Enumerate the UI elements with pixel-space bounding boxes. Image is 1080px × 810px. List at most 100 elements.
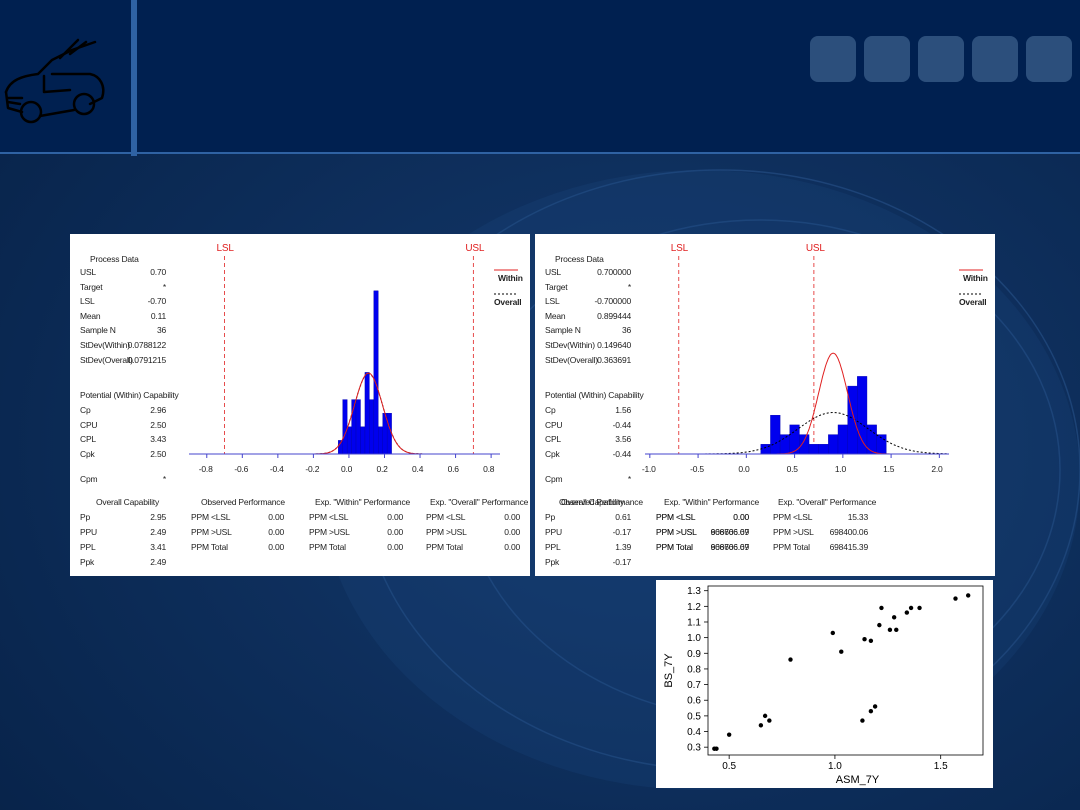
histogram-bar bbox=[342, 399, 348, 455]
observed-title: Observed Performance bbox=[201, 497, 285, 507]
scatter-point bbox=[872, 704, 878, 709]
histogram-bar bbox=[373, 290, 379, 455]
exp-within-label: PPM <LSL bbox=[656, 512, 696, 522]
x-tick-label: -0.6 bbox=[234, 464, 249, 474]
process-data-value: 0.149640 bbox=[597, 340, 631, 350]
x-tick-label: 2.0 bbox=[931, 464, 943, 474]
accent-bar bbox=[131, 0, 137, 156]
scatter-point bbox=[788, 657, 793, 662]
process-data-label: Mean bbox=[545, 310, 566, 321]
process-data-value: -0.70 bbox=[147, 296, 167, 307]
scatter-point bbox=[714, 746, 719, 751]
overall-capability-title: Overall Capability bbox=[96, 497, 160, 507]
x-tick-label: 1.0 bbox=[834, 464, 847, 474]
nav-square-2[interactable] bbox=[864, 36, 910, 82]
exp-overall-label: PPM >USL bbox=[426, 527, 467, 537]
process-data-label: StDev(Overall) bbox=[545, 354, 598, 365]
exp-overall-value: 0.00 bbox=[504, 512, 520, 522]
exp-within-label: PPM <LSL bbox=[309, 512, 349, 522]
scatter-point bbox=[965, 593, 971, 598]
observed-value: 0.00 bbox=[268, 542, 284, 552]
process-data-value: 0.11 bbox=[150, 310, 166, 321]
process-data-title: Process Data bbox=[555, 254, 604, 264]
potential-label: CPL bbox=[80, 434, 96, 445]
y-tick-label: 0.7 bbox=[687, 680, 701, 691]
nav-square-4[interactable] bbox=[972, 36, 1018, 82]
histogram-bar bbox=[364, 372, 370, 455]
x-tick-label: 0.0 bbox=[340, 464, 353, 474]
observed-label: PPM Total bbox=[191, 542, 228, 552]
overall-capability-label: Pp bbox=[80, 512, 90, 522]
scatter-point bbox=[767, 718, 772, 723]
overall-capability-label: Pp bbox=[545, 512, 555, 522]
exp-within-value: 908706.09 bbox=[710, 542, 750, 552]
y-tick-label: 0.4 bbox=[687, 727, 701, 738]
y-tick-label: 0.8 bbox=[687, 664, 701, 675]
process-data-title: Process Data bbox=[90, 254, 139, 264]
x-tick-label: 0.4 bbox=[412, 464, 424, 474]
nav-square-1[interactable] bbox=[810, 36, 856, 82]
overall-capability-label: PPU bbox=[80, 527, 97, 537]
histogram-bar bbox=[779, 434, 790, 455]
exp-within-title: Exp. "Within" Performance bbox=[315, 497, 411, 507]
overall-capability-label: PPL bbox=[545, 542, 561, 552]
process-data-label: USL bbox=[80, 267, 96, 277]
potential-value: 2.96 bbox=[150, 405, 166, 415]
nav-square-5[interactable] bbox=[1026, 36, 1072, 82]
potential-value: -0.44 bbox=[612, 448, 632, 459]
histogram-bar bbox=[828, 434, 839, 455]
potential-value: 3.43 bbox=[150, 434, 166, 445]
nav-square-3[interactable] bbox=[918, 36, 964, 82]
overall-capability-value: -0.17 bbox=[612, 557, 632, 567]
histogram-bar bbox=[799, 434, 810, 455]
histogram-bar bbox=[360, 426, 366, 455]
histogram-bar bbox=[808, 444, 819, 455]
lsl-label: LSL bbox=[216, 243, 234, 254]
process-data-label: StDev(Within) bbox=[80, 340, 130, 350]
overall-capability-label: PPL bbox=[80, 542, 96, 552]
scatter-point bbox=[894, 627, 899, 633]
observed-title: Observed Performance bbox=[559, 497, 643, 507]
scatter-plot: 0.3 0.4 0.5 0.6 0.7 0.8 0.9 1.0 1.1 1.2 1.3 0.5 1.0 1… bbox=[663, 585, 984, 786]
process-data-value: 0.0791215 bbox=[127, 354, 167, 365]
potential-capability-title: Potential (Within) Capability bbox=[80, 390, 179, 400]
cpm-label: Cpm bbox=[80, 474, 98, 484]
process-data-label: Target bbox=[80, 281, 103, 292]
histogram-bar bbox=[346, 426, 352, 455]
exp-overall-value: 0.00 bbox=[504, 527, 520, 537]
x-tick-label: -1.0 bbox=[641, 464, 656, 474]
scatter-point bbox=[868, 708, 874, 714]
legend-within-label: Within bbox=[963, 273, 988, 283]
x-tick-label: 0.6 bbox=[447, 464, 459, 474]
scatter-point bbox=[887, 627, 893, 633]
observed-value: 0.00 bbox=[268, 512, 284, 522]
capability-report-left: Process Data USL 0.70 Target * LSL -0.70 Mean 0.… bbox=[70, 234, 530, 576]
legend-overall-label: Overall bbox=[959, 297, 987, 307]
overall-capability-value: -0.17 bbox=[612, 527, 632, 537]
potential-value: 2.50 bbox=[150, 448, 166, 459]
x-tick-label: 1.5 bbox=[934, 761, 948, 772]
potential-label: CPU bbox=[545, 419, 563, 430]
process-data-value: * bbox=[162, 281, 166, 292]
y-tick-label: 0.9 bbox=[687, 649, 701, 660]
potential-label: CPU bbox=[80, 419, 98, 430]
header-rule bbox=[0, 152, 1080, 154]
exp-overall-label: PPM Total bbox=[426, 542, 463, 552]
potential-label: Cp bbox=[545, 405, 556, 415]
potential-label: Cp bbox=[80, 405, 91, 415]
usl-label: USL bbox=[805, 243, 825, 254]
y-tick-label: 0.3 bbox=[687, 743, 701, 754]
cpm-value: * bbox=[162, 474, 166, 484]
scatter-point bbox=[839, 649, 844, 654]
y-tick-label: 1.0 bbox=[687, 633, 701, 644]
overall-capability-label: Ppk bbox=[80, 557, 95, 567]
exp-within-title: Exp. "Within" Performance bbox=[664, 497, 760, 507]
potential-label: Cpk bbox=[545, 448, 560, 459]
scatter-plot-panel: 0.3 0.4 0.5 0.6 0.7 0.8 0.9 1.0 1.1 1.2 1.3 0.5 1.0 1… bbox=[656, 580, 993, 788]
histogram-bar bbox=[837, 424, 848, 455]
process-data-value: -0.700000 bbox=[594, 296, 632, 307]
exp-within-value: 0.00 bbox=[733, 512, 749, 522]
process-data-label: StDev(Overall) bbox=[80, 354, 133, 365]
x-tick-label: -0.8 bbox=[198, 464, 213, 474]
x-tick-label: 0.5 bbox=[722, 761, 736, 772]
